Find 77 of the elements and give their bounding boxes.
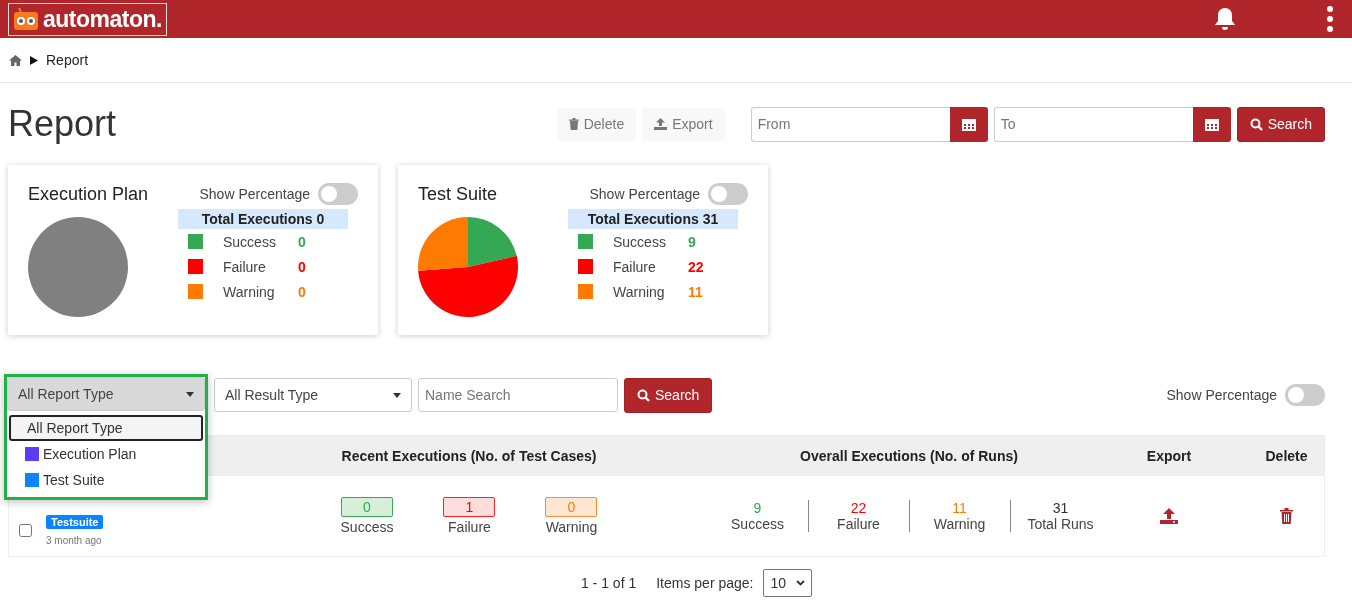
count-badge: 1 [443, 497, 496, 517]
toggle-label: Show Percentage [589, 186, 700, 202]
search-button[interactable]: Search [624, 377, 713, 413]
page-range-text: 1 - 1 of 1 [580, 575, 637, 591]
time-ago-text: 3 month ago [46, 534, 103, 546]
total-executions-label: Total Executions 31 [568, 209, 738, 229]
run-count: 9 [753, 500, 762, 516]
trash-icon [568, 118, 579, 130]
legend-value: 0 [298, 233, 306, 250]
column-header: Delete [1264, 448, 1309, 464]
action-button[interactable]: Export [642, 107, 725, 141]
legend-label: Failure [223, 258, 267, 275]
calendar-icon[interactable] [1204, 117, 1219, 131]
percentage-switch[interactable] [708, 183, 748, 205]
run-label: Total Runs [1027, 516, 1094, 532]
row-checkbox[interactable] [19, 523, 32, 537]
report-type-select[interactable]: All Report Type [7, 377, 205, 411]
items-per-page-label: Items per page: [656, 575, 754, 591]
trash-icon[interactable] [1280, 508, 1293, 524]
legend-value: 11 [688, 283, 703, 300]
card-title: Test Suite [418, 183, 498, 205]
name-search-field[interactable]: Name Search [418, 378, 618, 412]
search-button[interactable]: Search [1236, 106, 1325, 142]
home-icon[interactable] [9, 54, 22, 66]
upload-icon[interactable] [1160, 508, 1178, 524]
percentage-switch[interactable] [1285, 384, 1325, 406]
legend-value: 22 [688, 258, 704, 275]
column-header: Recent Executions (No. of Test Cases) [340, 448, 598, 464]
toggle-label: Show Percentage [199, 186, 310, 202]
type-tag: Testsuite [46, 514, 104, 529]
legend-label: Warning [613, 283, 666, 300]
more-menu-icon[interactable] [1326, 6, 1334, 32]
legend-label: Failure [613, 258, 657, 275]
caret-icon [393, 392, 401, 398]
bell-icon[interactable] [1214, 7, 1236, 31]
logo-text: automaton. [43, 5, 162, 33]
caret-icon [186, 391, 194, 397]
to-date-field[interactable]: To [993, 106, 1193, 142]
logo[interactable]: automaton. [8, 2, 167, 36]
chevron-down-icon [796, 580, 806, 586]
toggle-label: Show Percentage [1166, 387, 1277, 403]
column-header: Overall Executions (No. of Runs) [799, 448, 1019, 464]
count-badge: 0 [341, 497, 393, 517]
separator-arrow-icon [30, 55, 38, 65]
action-button[interactable]: Delete [556, 107, 637, 141]
column-header: Export [1145, 448, 1193, 464]
search-icon [1249, 117, 1263, 131]
count-label: Failure [448, 519, 491, 535]
page-size-select[interactable]: 10 [763, 569, 813, 597]
count-label: Warning [545, 519, 598, 535]
result-type-select[interactable]: All Result Type [214, 378, 412, 412]
total-executions-label: Total Executions 0 [178, 209, 348, 229]
dropdown-option[interactable]: Execution Plan [9, 441, 203, 467]
run-label: Failure [837, 516, 880, 532]
run-count: 22 [850, 500, 867, 516]
legend-value: 0 [298, 258, 306, 275]
upload-icon [654, 118, 668, 130]
card-title: Execution Plan [28, 183, 149, 205]
legend-value: 9 [688, 233, 696, 250]
from-date-field[interactable]: From [750, 106, 950, 142]
legend-label: Success [613, 233, 667, 250]
run-count: 31 [1052, 500, 1069, 516]
legend-value: 0 [298, 283, 306, 300]
count-label: Success [340, 519, 394, 535]
page-title: Report [8, 103, 117, 145]
run-label: Success [731, 516, 784, 532]
percentage-switch[interactable] [318, 183, 358, 205]
breadcrumb-item[interactable]: Report [46, 52, 89, 68]
legend-label: Warning [223, 283, 276, 300]
run-count: 11 [952, 500, 967, 516]
legend-label: Success [223, 233, 277, 250]
run-label: Warning [933, 516, 986, 532]
robot-face-icon [13, 7, 39, 31]
dropdown-option[interactable]: All Report Type [9, 415, 203, 441]
count-badge: 0 [545, 497, 598, 517]
search-icon [637, 388, 650, 402]
dropdown-option[interactable]: Test Suite [9, 467, 203, 493]
